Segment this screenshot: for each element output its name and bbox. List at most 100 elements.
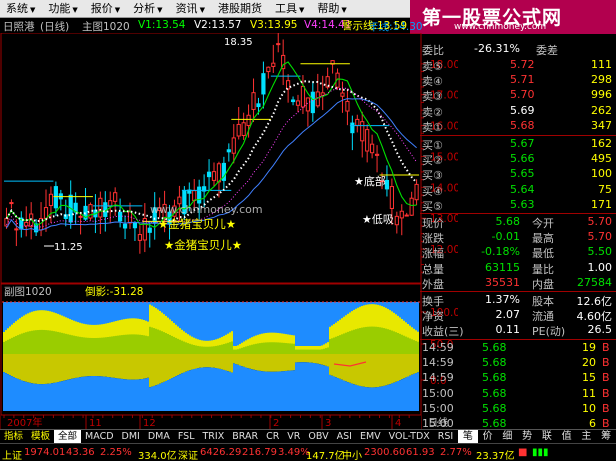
signal-icon[interactable]: ■ xyxy=(518,447,527,458)
indicator-bar-lower xyxy=(219,354,221,369)
indicator-bar-bg-lower xyxy=(385,385,387,411)
indicator-tab[interactable]: OBV xyxy=(304,430,332,443)
indicator-bar-lower xyxy=(287,354,289,371)
indicator-bar-lower xyxy=(83,354,85,377)
indicator-bar-bg-lower xyxy=(413,373,415,411)
indicator-bar-upper-inner xyxy=(377,326,379,354)
indicator-bar-upper-inner xyxy=(209,346,211,354)
indicator-bar-lower xyxy=(201,354,203,368)
indicator-tab[interactable]: ASI xyxy=(333,430,356,443)
indicator-bar-lower xyxy=(87,354,89,377)
tick-volume: 19 xyxy=(582,341,596,354)
indicator-bar-lower xyxy=(305,354,307,363)
menu-item[interactable]: 功能 ▼ xyxy=(42,0,84,18)
indicator-tab[interactable]: FSL xyxy=(174,430,199,443)
chevron-down-icon: ▼ xyxy=(199,5,205,14)
indicator-bar-bg-lower xyxy=(369,387,371,411)
indicator-bar-bg-lower xyxy=(21,380,23,411)
indicator-bar-lower xyxy=(131,354,133,380)
indicator-bar-bg-lower xyxy=(79,377,81,411)
indicator-bar-bg-lower xyxy=(257,370,259,411)
indicator-tab[interactable]: MACD xyxy=(81,430,117,443)
indicator-tab[interactable]: 模板 xyxy=(27,430,54,443)
indicator-tab[interactable]: 指标 xyxy=(0,430,27,443)
indicator-bar-upper-inner xyxy=(21,333,23,354)
price-chart[interactable]: 18.0017.0016.0015.0014.0013.0012.00100.0… xyxy=(0,33,458,429)
menu-item[interactable]: 报价 ▼ xyxy=(85,0,127,18)
indicator-bar-bg-lower xyxy=(67,379,69,411)
indicator-bar-bg-lower xyxy=(245,367,247,411)
indicator-bar-bg-lower xyxy=(45,383,47,411)
indicator-bar-upper-inner xyxy=(213,346,215,354)
indicator-bar-bg-lower xyxy=(157,384,159,411)
indicator-tab[interactable]: CR xyxy=(262,430,283,443)
indicator-bar-upper-inner xyxy=(369,326,371,354)
indicator-bar-upper-inner xyxy=(273,342,275,354)
indicator-bar-lower xyxy=(41,354,43,385)
connection-icon[interactable]: ▮▮▮ xyxy=(532,447,549,458)
main-chart-name[interactable]: 主图1020 xyxy=(82,19,130,34)
indicator-bar-lower xyxy=(139,354,141,380)
quote-tab[interactable]: 筹 xyxy=(596,430,616,444)
candle-body xyxy=(206,171,212,178)
indicator-bar-lower xyxy=(159,354,161,384)
indicator-bar-bg-lower xyxy=(339,378,341,411)
indicator-tab[interactable]: VOL-TDX xyxy=(385,430,434,443)
indicator-bar-bg-lower xyxy=(285,370,287,411)
menu-item[interactable]: 工具 ▼ xyxy=(269,0,311,18)
menu-item[interactable]: 帮助 ▼ xyxy=(311,0,353,18)
indicator-tab[interactable]: VR xyxy=(283,430,304,443)
candle-body xyxy=(355,118,360,126)
indicator-bar-lower xyxy=(53,354,55,383)
indicator-bar-lower xyxy=(411,354,413,375)
indicator-tab[interactable]: DMI xyxy=(118,430,144,443)
indicator-tab[interactable]: EMV xyxy=(356,430,385,443)
ask-price: 5.70 xyxy=(510,88,535,102)
indicator-tab[interactable]: 全部 xyxy=(54,430,82,443)
indicator-bar-lower xyxy=(153,354,155,386)
indicator-bar-bg-lower xyxy=(91,376,93,411)
indicator-bar-lower xyxy=(307,354,309,363)
indicator-bar-upper-inner xyxy=(409,338,411,354)
date-label: 12 xyxy=(143,418,156,429)
quote-tab[interactable]: 价 xyxy=(478,430,498,444)
indicator-tab[interactable]: RSI xyxy=(434,430,457,443)
tick-price: 5.68 xyxy=(482,341,507,354)
indicator-tab[interactable]: TRIX xyxy=(199,430,229,443)
indicator-bar-bg-lower xyxy=(155,385,157,411)
indicator-bar-upper-inner xyxy=(407,337,409,354)
indicator-bar-lower xyxy=(413,354,415,374)
indicator-bar-upper-inner xyxy=(199,346,201,354)
indicator-bar-lower xyxy=(185,354,187,372)
menu-item[interactable]: 系统 ▼ xyxy=(0,0,42,18)
indicator-tab[interactable]: DMA xyxy=(144,430,174,443)
sub-chart-name[interactable]: 副图1020 xyxy=(4,286,52,298)
indicator-tab[interactable]: BRAR xyxy=(228,430,262,443)
indicator-bar-lower xyxy=(145,354,147,379)
menu-item-label: 报价 xyxy=(90,1,113,15)
indicator-bar-upper-inner xyxy=(183,341,185,354)
quote-tab[interactable]: 笔 xyxy=(458,430,478,444)
indicator-bar-upper-inner xyxy=(39,329,41,354)
level-lines xyxy=(4,63,420,222)
menu-item[interactable]: 资讯 ▼ xyxy=(170,0,212,18)
indicator-bar-bg-lower xyxy=(125,379,127,411)
indicator-bar-lower xyxy=(297,354,299,363)
quote-tab[interactable]: 势 xyxy=(517,430,537,444)
indicator-bar-bg-lower xyxy=(333,376,335,411)
quote-tab[interactable]: 值 xyxy=(557,430,577,444)
indicator-bar-bg-lower xyxy=(63,380,65,411)
quote-tab[interactable]: 细 xyxy=(498,430,518,444)
indicator-bar-upper-inner xyxy=(415,340,417,354)
v2-value: V2:13.57 xyxy=(194,19,242,31)
menu-item-label: 工具 xyxy=(274,1,297,15)
quote-tab[interactable]: 联 xyxy=(537,430,557,444)
indicator-bar-lower xyxy=(389,354,391,385)
menu-item[interactable]: 港股期货 xyxy=(212,0,269,18)
menu-item[interactable]: 分析 ▼ xyxy=(127,0,169,18)
stat-label: 外盘 xyxy=(422,277,444,291)
indicator-bar-bg-lower xyxy=(25,381,27,411)
menu-item-label: 系统 xyxy=(6,1,28,15)
indicator-bar-lower xyxy=(417,354,419,373)
quote-tab[interactable]: 主 xyxy=(577,430,597,444)
